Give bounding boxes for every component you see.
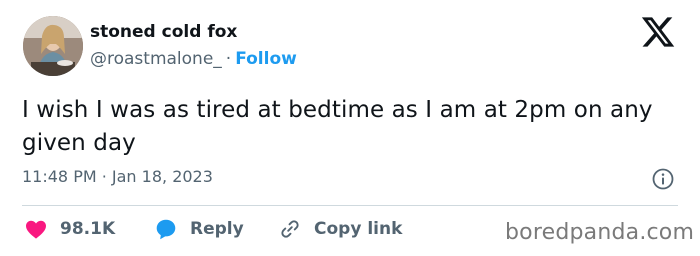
tweet-timestamp[interactable]: 11:48 PM · Jan 18, 2023 [22,167,213,187]
heart-icon [26,220,46,239]
avatar-image [23,16,83,76]
like-button[interactable]: 98.1K [24,216,115,242]
author-handle[interactable]: @roastmalone_ [90,49,222,69]
tweet-card: stoned cold fox @roastmalone_ · Follow I w… [0,0,700,256]
info-icon[interactable] [651,167,675,191]
author-handle-row: @roastmalone_ · Follow [90,49,297,69]
separator-dot: · [225,49,232,69]
watermark: boredpanda.com [505,220,695,245]
link-icon [281,220,299,238]
avatar[interactable] [23,16,83,76]
copy-link-button[interactable]: Copy link [278,216,402,242]
author-display-name[interactable]: stoned cold fox [90,22,237,42]
reply-label: Reply [190,219,244,239]
follow-button[interactable]: Follow [235,49,297,69]
copy-link-label: Copy link [314,219,403,239]
divider [22,205,678,206]
x-logo-icon[interactable] [640,14,676,50]
reply-button[interactable]: Reply [154,216,244,242]
speech-bubble-icon [156,219,176,240]
tweet-text: I wish I was as tired at bedtime as I am… [22,97,653,156]
likes-count: 98.1K [60,219,116,239]
